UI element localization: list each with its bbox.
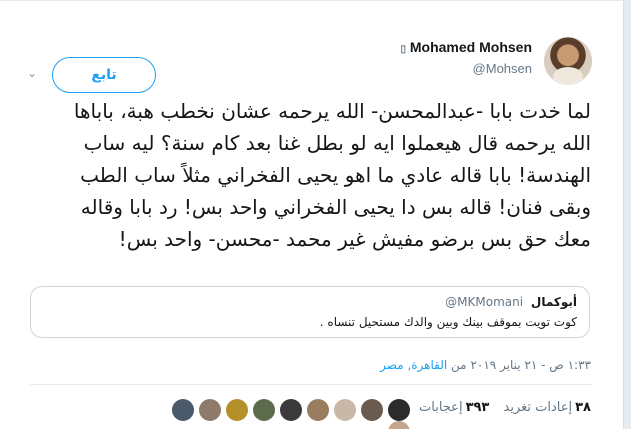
liker-avatar[interactable] <box>307 399 329 421</box>
tweet-text-line: معك حق بس برضو مفيش غير محمد -محسن- واحد… <box>118 227 591 251</box>
retweets-count: ٣٨ <box>575 400 591 415</box>
chevron-down-icon[interactable]: ⌄ <box>26 67 38 79</box>
liker-avatar[interactable] <box>280 399 302 421</box>
liker-avatar[interactable] <box>334 399 356 421</box>
liker-avatar[interactable] <box>388 399 410 421</box>
tweet-text: لما خدت بابا -عبدالمحسن- الله يرحمه عشان… <box>31 95 591 255</box>
tweet-text-line: لما خدت بابا -عبدالمحسن- الله يرحمه عشان… <box>73 99 591 123</box>
likes-stat[interactable]: ٣٩٣إعجابات <box>419 400 489 415</box>
tweet-text-line: وبقى فنان! قاله بس دا يحيى الفخراني واحد… <box>80 195 591 219</box>
liker-avatar[interactable] <box>253 399 275 421</box>
tweet-text-line: الله يرحمه قال هيعملوا ايه لو بطل غنا بع… <box>83 131 591 155</box>
liker-avatar[interactable] <box>199 399 221 421</box>
author-name[interactable]: ▯ Mohamed Mohsen <box>398 39 532 55</box>
quoted-tweet[interactable]: أبوكمال @MKMomani كوت تويت بموقف بينك وب… <box>30 286 590 338</box>
liker-avatar[interactable] <box>388 421 410 429</box>
tweet-header: ▯ Mohamed Mohsen @Mohsen تابع ⌄ <box>0 19 624 93</box>
likes-count: ٣٩٣ <box>465 400 490 415</box>
quoted-author-handle: @MKMomani <box>445 295 524 309</box>
tweet-time-date[interactable]: ١:٣٣ ص - ٢١ يناير ٢٠١٩ من <box>451 358 591 372</box>
follow-button[interactable]: تابع <box>52 57 156 93</box>
quoted-author-name: أبوكمال <box>530 295 577 309</box>
likes-label: إعجابات <box>419 400 463 415</box>
quoted-tweet-header: أبوكمال @MKMomani <box>445 295 577 309</box>
tweet-card: ▯ Mohamed Mohsen @Mohsen تابع ⌄ لما خدت … <box>0 0 624 429</box>
retweets-stat[interactable]: ٣٨إعادات تغريد <box>504 400 591 415</box>
liker-avatar[interactable] <box>226 399 248 421</box>
retweets-label: إعادات تغريد <box>503 400 573 415</box>
liker-avatar[interactable] <box>172 399 194 421</box>
liker-avatar[interactable] <box>361 399 383 421</box>
tweet-stats: ٣٨إعادات تغريد ٣٩٣إعجابات <box>409 400 591 415</box>
quoted-tweet-text: كوت تويت بموقف بينك وبين والدك مستحيل تن… <box>319 315 577 329</box>
tweet-location[interactable]: القاهرة, مصر <box>380 358 447 372</box>
author-handle[interactable]: @Mohsen <box>473 61 532 76</box>
tweet-text-line: الهندسة! بابا قاله عادي ما اهو يحيى الفخ… <box>80 163 591 187</box>
tweet-timestamp: ١:٣٣ ص - ٢١ يناير ٢٠١٩ من القاهرة, مصر <box>380 358 591 372</box>
likers-avatars <box>150 399 410 429</box>
author-avatar[interactable] <box>544 37 592 85</box>
verified-badge-icon: ▯ <box>400 44 406 55</box>
author-name-text: Mohamed Mohsen <box>409 39 532 55</box>
divider <box>30 384 592 385</box>
